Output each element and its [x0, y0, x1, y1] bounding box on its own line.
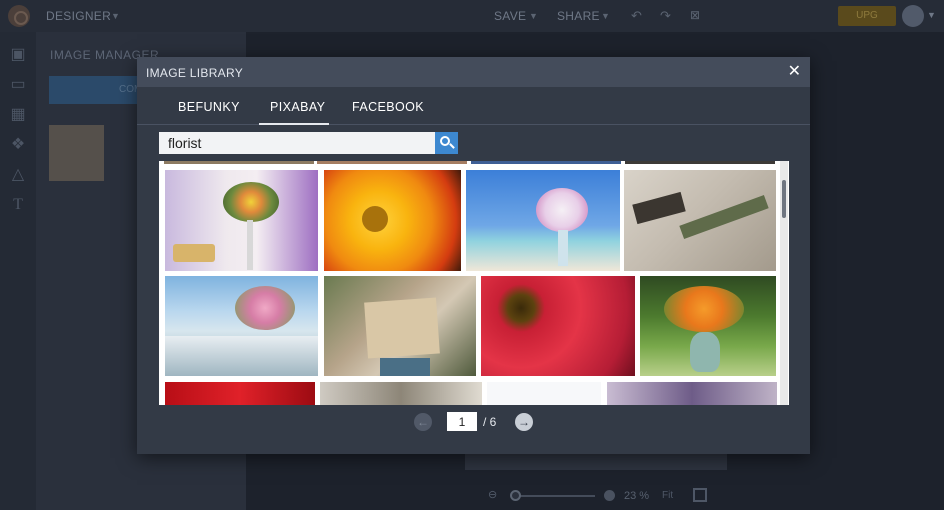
arrow-right-icon: → — [518, 415, 530, 429]
image-results-grid — [159, 161, 789, 405]
zoom-in-icon[interactable] — [604, 490, 615, 501]
image-thumbnail[interactable] — [624, 170, 776, 271]
fullscreen-icon[interactable] — [693, 488, 707, 502]
image-thumbnail[interactable] — [320, 382, 482, 405]
graphics-icon[interactable]: ❖ — [9, 136, 27, 154]
mode-menu[interactable]: DESIGNER — [46, 9, 111, 23]
dialog-title: IMAGE LIBRARY — [146, 66, 244, 80]
left-nav: ▣ ▭ ▦ ❖ △ T — [0, 32, 36, 510]
zoom-slider[interactable] — [515, 495, 595, 497]
share-menu[interactable]: SHARE — [557, 9, 600, 23]
image-thumbnail[interactable] — [324, 170, 461, 271]
image-thumbnail[interactable] — [481, 276, 635, 376]
undo-icon[interactable]: ↶ — [631, 8, 642, 24]
page-total: / 6 — [483, 415, 497, 429]
search-input[interactable] — [159, 132, 436, 154]
uploaded-image-thumbnail[interactable] — [49, 125, 104, 181]
pagination: ← / 6 → — [137, 409, 810, 435]
image-thumbnail[interactable] — [640, 276, 776, 376]
save-menu[interactable]: SAVE — [494, 9, 526, 23]
tab-befunky[interactable]: BEFUNKY — [178, 100, 240, 114]
folder-icon[interactable]: ▭ — [9, 76, 27, 94]
chevron-down-icon: ▼ — [927, 10, 936, 20]
tab-pixabay[interactable]: PIXABAY — [270, 100, 325, 114]
top-toolbar: DESIGNER ▼ SAVE ▼ SHARE ▼ ↶ ↷ ⊠ UPG ▼ — [0, 0, 944, 32]
layout-icon[interactable]: ▦ — [9, 106, 27, 124]
scrollbar-thumb[interactable] — [782, 180, 786, 218]
image-thumbnail[interactable] — [165, 276, 318, 376]
chevron-down-icon: ▼ — [111, 11, 120, 21]
chevron-down-icon: ▼ — [601, 11, 610, 21]
previous-page-button[interactable]: ← — [414, 413, 432, 431]
avatar[interactable] — [902, 5, 924, 27]
next-page-button[interactable]: → — [515, 413, 533, 431]
zoom-slider-handle[interactable] — [510, 490, 521, 501]
zoom-out-icon[interactable]: ⊖ — [488, 488, 497, 501]
shape-icon[interactable]: △ — [9, 166, 27, 184]
redo-icon[interactable]: ↷ — [660, 8, 671, 24]
search-button[interactable] — [435, 132, 458, 154]
active-tab-indicator — [259, 123, 329, 125]
image-thumbnail[interactable] — [165, 170, 318, 271]
image-thumbnail[interactable] — [317, 161, 467, 164]
image-thumbnail[interactable] — [487, 382, 601, 405]
image-library-dialog: IMAGE LIBRARY ✕ BEFUNKY PIXABAY FACEBOOK — [137, 57, 810, 454]
page-number-input[interactable] — [447, 412, 477, 431]
image-thumbnail[interactable] — [165, 382, 315, 405]
app-logo-icon[interactable] — [8, 5, 30, 27]
image-thumbnail[interactable] — [625, 161, 775, 164]
dialog-header: IMAGE LIBRARY ✕ — [137, 57, 810, 87]
image-thumbnail[interactable] — [324, 276, 476, 376]
chevron-down-icon: ▼ — [529, 11, 538, 21]
source-tabs: BEFUNKY PIXABAY FACEBOOK — [137, 87, 810, 125]
zoom-level: 23 % — [624, 490, 650, 502]
close-canvas-icon[interactable]: ⊠ — [690, 8, 700, 22]
image-thumbnail[interactable] — [164, 161, 314, 164]
image-thumbnail[interactable] — [607, 382, 777, 405]
image-icon[interactable]: ▣ — [9, 46, 27, 64]
upgrade-button[interactable]: UPG — [838, 6, 896, 26]
image-thumbnail[interactable] — [466, 170, 620, 271]
fit-button[interactable]: Fit — [662, 490, 673, 501]
close-icon[interactable]: ✕ — [788, 63, 801, 81]
text-icon[interactable]: T — [9, 196, 27, 214]
arrow-left-icon: ← — [417, 415, 429, 429]
tab-facebook[interactable]: FACEBOOK — [352, 100, 424, 114]
image-thumbnail[interactable] — [471, 161, 621, 164]
